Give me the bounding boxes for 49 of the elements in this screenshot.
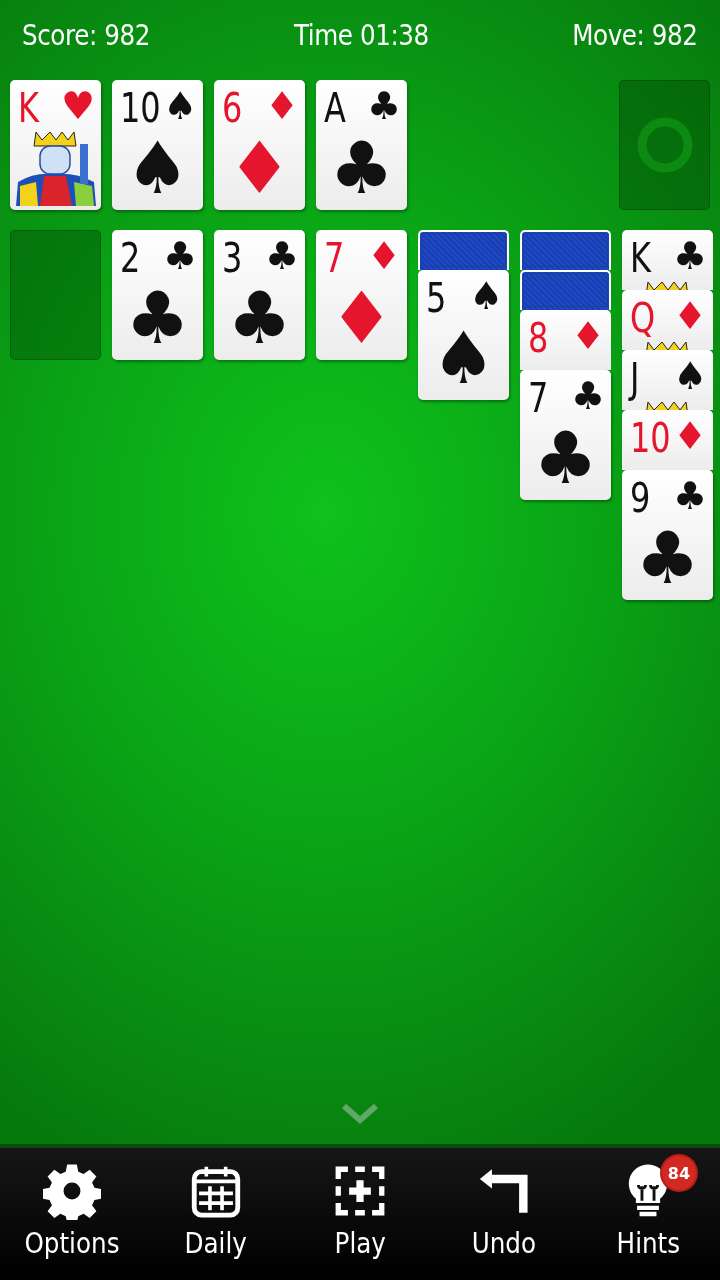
hint-count-badge: 84 (662, 1156, 696, 1190)
playing-card[interactable]: 9 ♣ ♣ (622, 470, 713, 600)
playing-card[interactable]: 8 ♦ (520, 310, 611, 370)
suit-symbol: ♦ (672, 294, 707, 338)
card-rank: 8 (528, 314, 549, 362)
playing-card[interactable]: 3 ♣ ♣ (214, 230, 305, 360)
suit-symbol: ♣ (264, 234, 299, 278)
playing-card[interactable]: Q ♦ (622, 290, 713, 350)
playing-card[interactable]: K ♣ (622, 230, 713, 290)
suit-symbol: ♦ (264, 84, 299, 128)
suit-symbol: ♣ (162, 234, 197, 278)
playing-card[interactable]: 6 ♦ ♦ (214, 80, 305, 210)
suit-symbol: ♥ (60, 84, 95, 128)
time-label: Time 01:38 (294, 18, 429, 54)
suit-symbol: ♣ (672, 234, 707, 278)
card-rank: Q (630, 294, 656, 342)
card-rank: K (18, 84, 39, 132)
stock-pile[interactable] (619, 80, 710, 210)
suit-symbol: ♦ (570, 314, 605, 358)
score-label: Score: 982 (22, 18, 150, 54)
suit-symbol: ♣ (672, 474, 707, 518)
suit-symbol: ♦ (672, 414, 707, 458)
daily-button[interactable]: Daily (144, 1148, 288, 1280)
suit-symbol: ♦ (366, 234, 401, 278)
playing-card[interactable]: 10♦ (622, 410, 713, 470)
playing-card[interactable]: A ♣ ♣ (316, 80, 407, 210)
empty-pile[interactable] (10, 230, 101, 360)
playing-card[interactable]: 7 ♦ ♦ (316, 230, 407, 360)
playing-card[interactable]: 2 ♣ ♣ (112, 230, 203, 360)
suit-symbol: ♠ (162, 84, 197, 128)
suit-symbol: ♠ (672, 354, 707, 398)
suit-symbol: ♣ (366, 84, 401, 128)
suit-symbol: ♣ (570, 374, 605, 418)
chevron-down-icon[interactable] (340, 1102, 380, 1126)
moves-label: Move: 982 (572, 18, 698, 54)
settings-icon (43, 1162, 101, 1220)
playing-card[interactable]: 5 ♠ ♠ (418, 270, 509, 400)
card-rank: 10 (630, 414, 671, 462)
playing-card[interactable]: 7 ♣ ♣ (520, 370, 611, 500)
playing-card[interactable]: J ♠ (622, 350, 713, 410)
options-button[interactable]: Options (0, 1148, 144, 1280)
playing-card[interactable]: 10♠ ♠ (112, 80, 203, 210)
undo-button[interactable]: Undo (432, 1148, 576, 1280)
play-button[interactable]: Play (288, 1148, 432, 1280)
playing-card[interactable]: K ♥ (10, 80, 101, 210)
suit-symbol: ♠ (468, 274, 503, 318)
card-rank: K (630, 234, 651, 282)
hints-button[interactable]: Hints 84 (576, 1148, 720, 1280)
card-rank: J (630, 354, 640, 402)
